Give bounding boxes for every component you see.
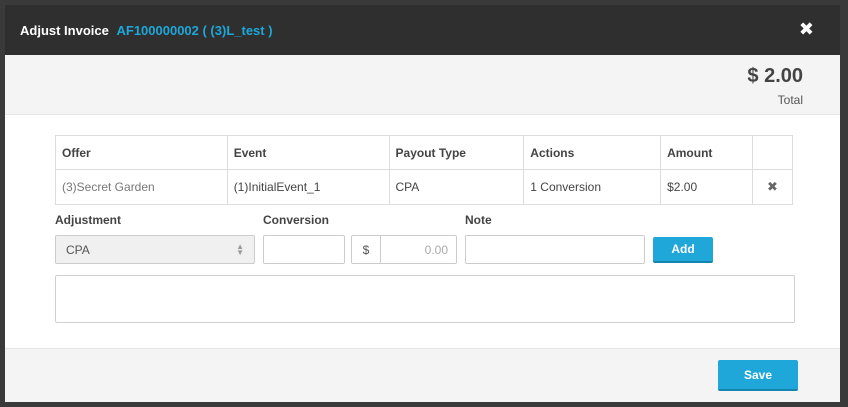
adjustment-select[interactable]: CPA ▲ ▼ (55, 235, 255, 264)
note-label: Note (465, 213, 492, 227)
invoice-reference: AF100000002 ( (3)L_test ) (116, 22, 273, 38)
col-header-payout-type: Payout Type (388, 135, 525, 170)
modal-footer (5, 348, 840, 402)
total-label: Total (777, 93, 803, 107)
cell-offer: (3)Secret Garden (55, 169, 228, 205)
currency-symbol: $ (352, 236, 381, 263)
table-row: (3)Secret Garden (1)InitialEvent_1 CPA 1… (55, 169, 793, 205)
col-header-actions: Actions (523, 135, 662, 170)
conversion-label: Conversion (263, 213, 330, 227)
col-header-offer: Offer (55, 135, 228, 170)
close-icon[interactable]: ✖ (799, 19, 814, 39)
adjustment-label: Adjustment (55, 213, 121, 227)
cell-event: (1)InitialEvent_1 (226, 169, 390, 205)
total-summary: $ 2.00 Total (5, 55, 840, 115)
amount-input[interactable]: 0.00 (381, 236, 456, 263)
col-header-amount: Amount (660, 135, 753, 170)
table-header-row: Offer Event Payout Type Actions Amount (55, 135, 793, 170)
total-amount: $ 2.00 (747, 65, 803, 87)
adjustments-textarea[interactable] (55, 275, 795, 323)
col-header-remove (752, 135, 793, 170)
modal-header: Adjust Invoice AF100000002 ( (3)L_test )… (5, 5, 840, 55)
select-arrows-icon: ▲ ▼ (236, 242, 244, 257)
add-button[interactable]: Add (653, 237, 713, 263)
adjust-invoice-modal: Adjust Invoice AF100000002 ( (3)L_test )… (5, 5, 840, 402)
cell-amount: $2.00 (660, 169, 753, 205)
save-button[interactable]: Save (718, 360, 798, 391)
amount-input-group: $ 0.00 (351, 235, 457, 264)
remove-row-icon[interactable]: ✖ (752, 169, 793, 205)
cell-payout-type: CPA (388, 169, 525, 205)
modal-title: Adjust Invoice AF100000002 ( (3)L_test ) (20, 23, 273, 38)
cell-actions: 1 Conversion (523, 169, 662, 205)
col-header-event: Event (226, 135, 390, 170)
note-input[interactable] (465, 235, 645, 264)
invoice-lines-table: Offer Event Payout Type Actions Amount (… (55, 135, 793, 205)
adjustment-selected-value: CPA (66, 242, 90, 257)
conversion-input[interactable] (263, 235, 345, 264)
modal-title-text: Adjust Invoice (20, 22, 109, 38)
